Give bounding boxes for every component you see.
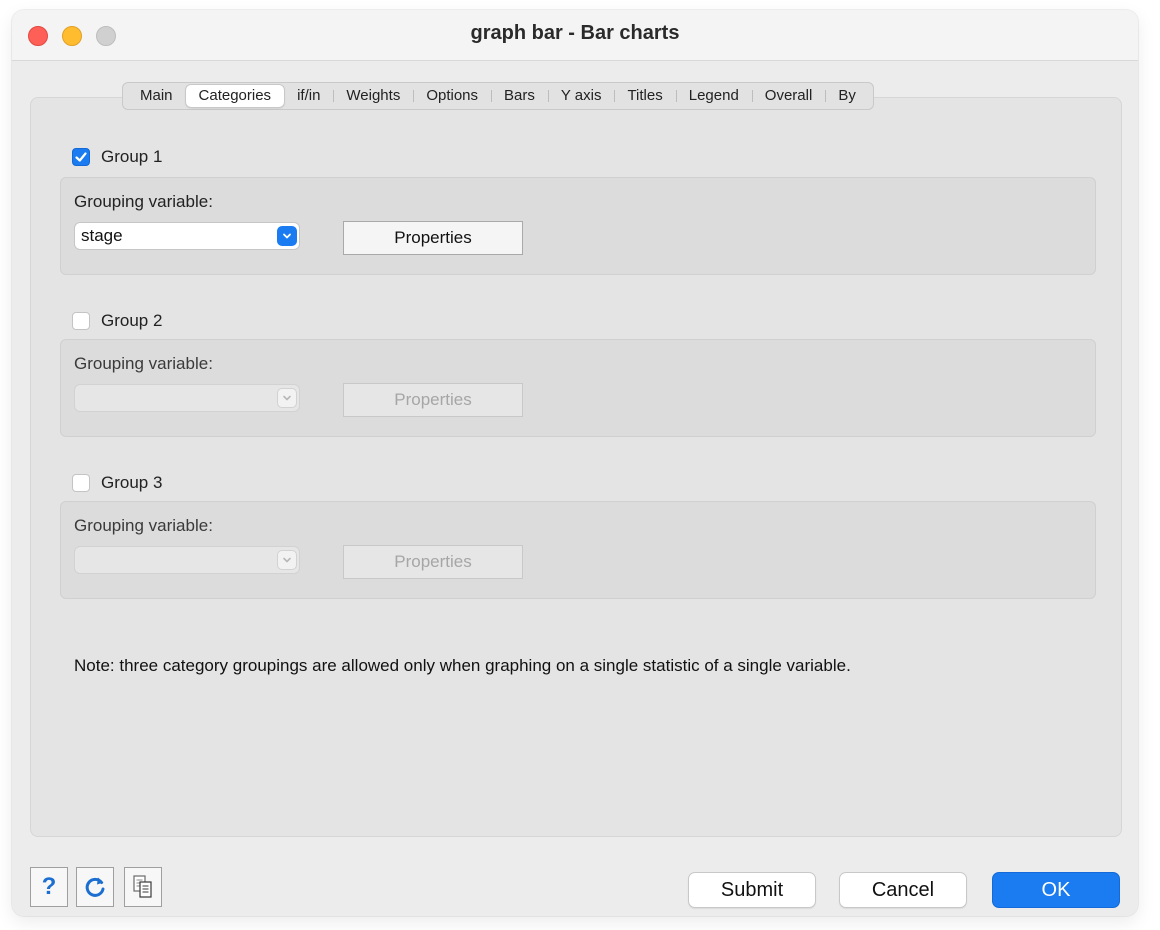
help-icon: ? (41, 873, 57, 900)
group-1-checkbox-row[interactable]: Group 1 (72, 147, 162, 167)
group-2-checkbox[interactable] (72, 312, 90, 330)
group-1-grouping-variable-label: Grouping variable: (74, 192, 213, 211)
group-1-label: Group 1 (101, 147, 163, 166)
tab-if-in[interactable]: if/in (284, 85, 333, 107)
group-2-grouping-variable-select[interactable] (74, 384, 300, 412)
copy-command-icon (133, 875, 152, 898)
submit-button[interactable]: Submit (688, 872, 816, 908)
title-bar: graph bar - Bar charts (12, 10, 1138, 61)
tab-titles[interactable]: Titles (614, 85, 675, 107)
chevron-down-icon (277, 388, 297, 408)
group-1-properties-button[interactable]: Properties (343, 221, 523, 255)
group-3-checkbox[interactable] (72, 474, 90, 492)
tab-options[interactable]: Options (413, 85, 491, 107)
checkmark-icon (75, 152, 87, 162)
cancel-button[interactable]: Cancel (839, 872, 967, 908)
group-3-box: Grouping variable: Properties (60, 501, 1096, 599)
group-3-properties-button[interactable]: Properties (343, 545, 523, 579)
note-text: Note: three category groupings are allow… (74, 656, 851, 675)
tab-legend[interactable]: Legend (675, 85, 752, 107)
dialog-window: graph bar - Bar charts Main Categories i… (12, 10, 1138, 916)
refresh-icon (85, 877, 105, 897)
help-button[interactable]: ? (30, 867, 68, 907)
group-2-grouping-variable-label: Grouping variable: (74, 354, 213, 373)
tab-bars[interactable]: Bars (491, 85, 548, 107)
tab-y-axis[interactable]: Y axis (547, 85, 615, 107)
group-3-grouping-variable-select[interactable] (74, 546, 300, 574)
chevron-down-icon (277, 550, 297, 570)
tab-by[interactable]: By (825, 85, 869, 107)
group-3-checkbox-row[interactable]: Group 3 (72, 473, 162, 493)
group-3-label: Group 3 (101, 473, 163, 492)
window-title: graph bar - Bar charts (470, 22, 680, 44)
group-1-selected-value: stage (81, 226, 123, 245)
group-2-properties-button[interactable]: Properties (343, 383, 523, 417)
tab-bar: Main Categories if/in Weights Options Ba… (122, 82, 874, 110)
tab-overall[interactable]: Overall (751, 85, 826, 107)
tab-weights[interactable]: Weights (333, 85, 413, 107)
group-1-checkbox[interactable] (72, 148, 90, 166)
ok-button[interactable]: OK (992, 872, 1120, 908)
group-2-label: Group 2 (101, 311, 163, 330)
tab-categories[interactable]: Categories (185, 85, 285, 107)
copy-command-button[interactable] (124, 867, 162, 907)
chevron-down-icon (277, 226, 297, 246)
group-3-grouping-variable-label: Grouping variable: (74, 516, 213, 535)
group-1-box: Grouping variable: stage Properties (60, 177, 1096, 275)
reset-button[interactable] (76, 867, 114, 907)
tab-main[interactable]: Main (127, 85, 186, 107)
group-2-checkbox-row[interactable]: Group 2 (72, 311, 162, 331)
group-1-grouping-variable-select[interactable]: stage (74, 222, 300, 250)
group-2-box: Grouping variable: Properties (60, 339, 1096, 437)
